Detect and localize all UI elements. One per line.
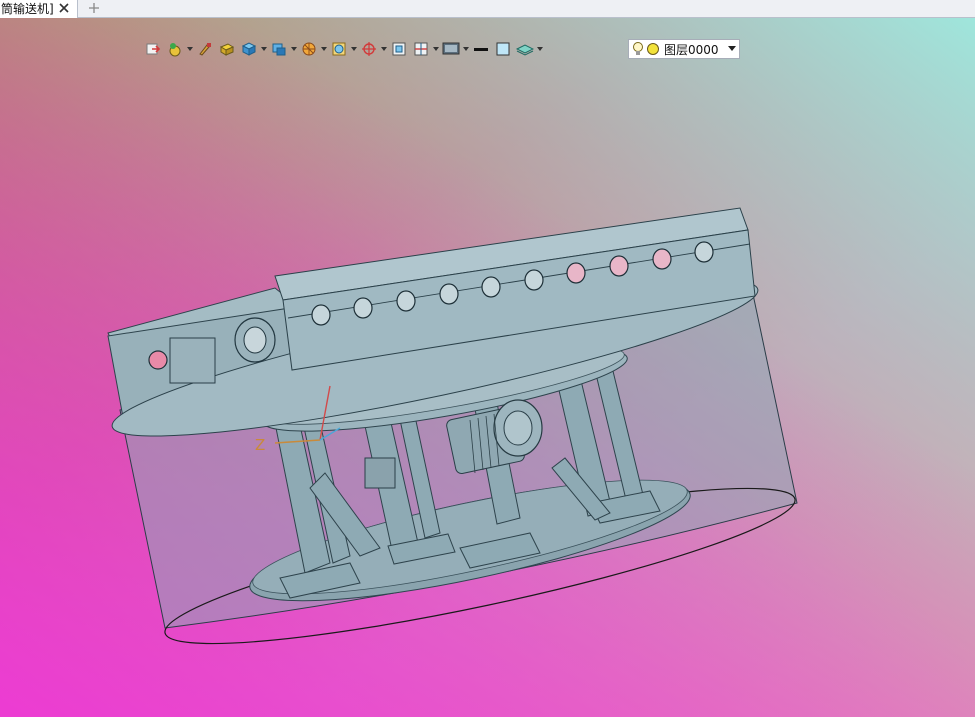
bulb-icon[interactable] (632, 41, 644, 57)
coordinate-axis-icon[interactable] (358, 38, 380, 60)
chevron-down-icon[interactable] (260, 38, 268, 60)
chevron-down-icon[interactable] (462, 38, 470, 60)
frame-view-icon[interactable] (388, 38, 410, 60)
view-orientation-icon[interactable] (268, 38, 290, 60)
zoom-view-icon[interactable] (328, 38, 350, 60)
view-toolbar (142, 38, 544, 60)
chevron-down-icon[interactable] (536, 38, 544, 60)
display-style-icon[interactable] (440, 38, 462, 60)
document-tab-label: 筒输送机] (1, 2, 54, 16)
chevron-down-icon[interactable] (290, 38, 298, 60)
chevron-down-icon[interactable] (186, 38, 194, 60)
layer-stack-icon[interactable] (514, 38, 536, 60)
fill-color-icon[interactable] (492, 38, 514, 60)
z-axis-label: Z (255, 436, 266, 454)
section-view-icon[interactable] (298, 38, 320, 60)
color-picker-icon[interactable] (164, 38, 186, 60)
status-circle-icon[interactable] (646, 42, 660, 56)
chevron-down-icon[interactable] (432, 38, 440, 60)
split-view-icon[interactable] (410, 38, 432, 60)
line-color-icon[interactable] (470, 38, 492, 60)
close-icon[interactable] (57, 1, 71, 15)
cad-model-drum-conveyor[interactable] (0, 18, 975, 717)
plus-icon[interactable] (87, 1, 101, 15)
exit-sketch-icon[interactable] (142, 38, 164, 60)
document-tab-bar: 筒输送机] (0, 0, 975, 18)
chevron-down-icon[interactable] (380, 38, 388, 60)
layer-name: 图层0000 (664, 42, 719, 57)
chevron-down-icon[interactable] (320, 38, 328, 60)
document-tab[interactable]: 筒输送机] (0, 0, 78, 18)
3d-viewport[interactable]: Z 图层0000 (0, 18, 975, 717)
box-view-icon[interactable] (238, 38, 260, 60)
chevron-down-icon[interactable] (350, 38, 358, 60)
paint-brush-icon[interactable] (194, 38, 216, 60)
chevron-down-icon[interactable] (728, 46, 736, 52)
layer-dropdown[interactable]: 图层0000 (628, 39, 740, 59)
solid-shading-icon[interactable] (216, 38, 238, 60)
